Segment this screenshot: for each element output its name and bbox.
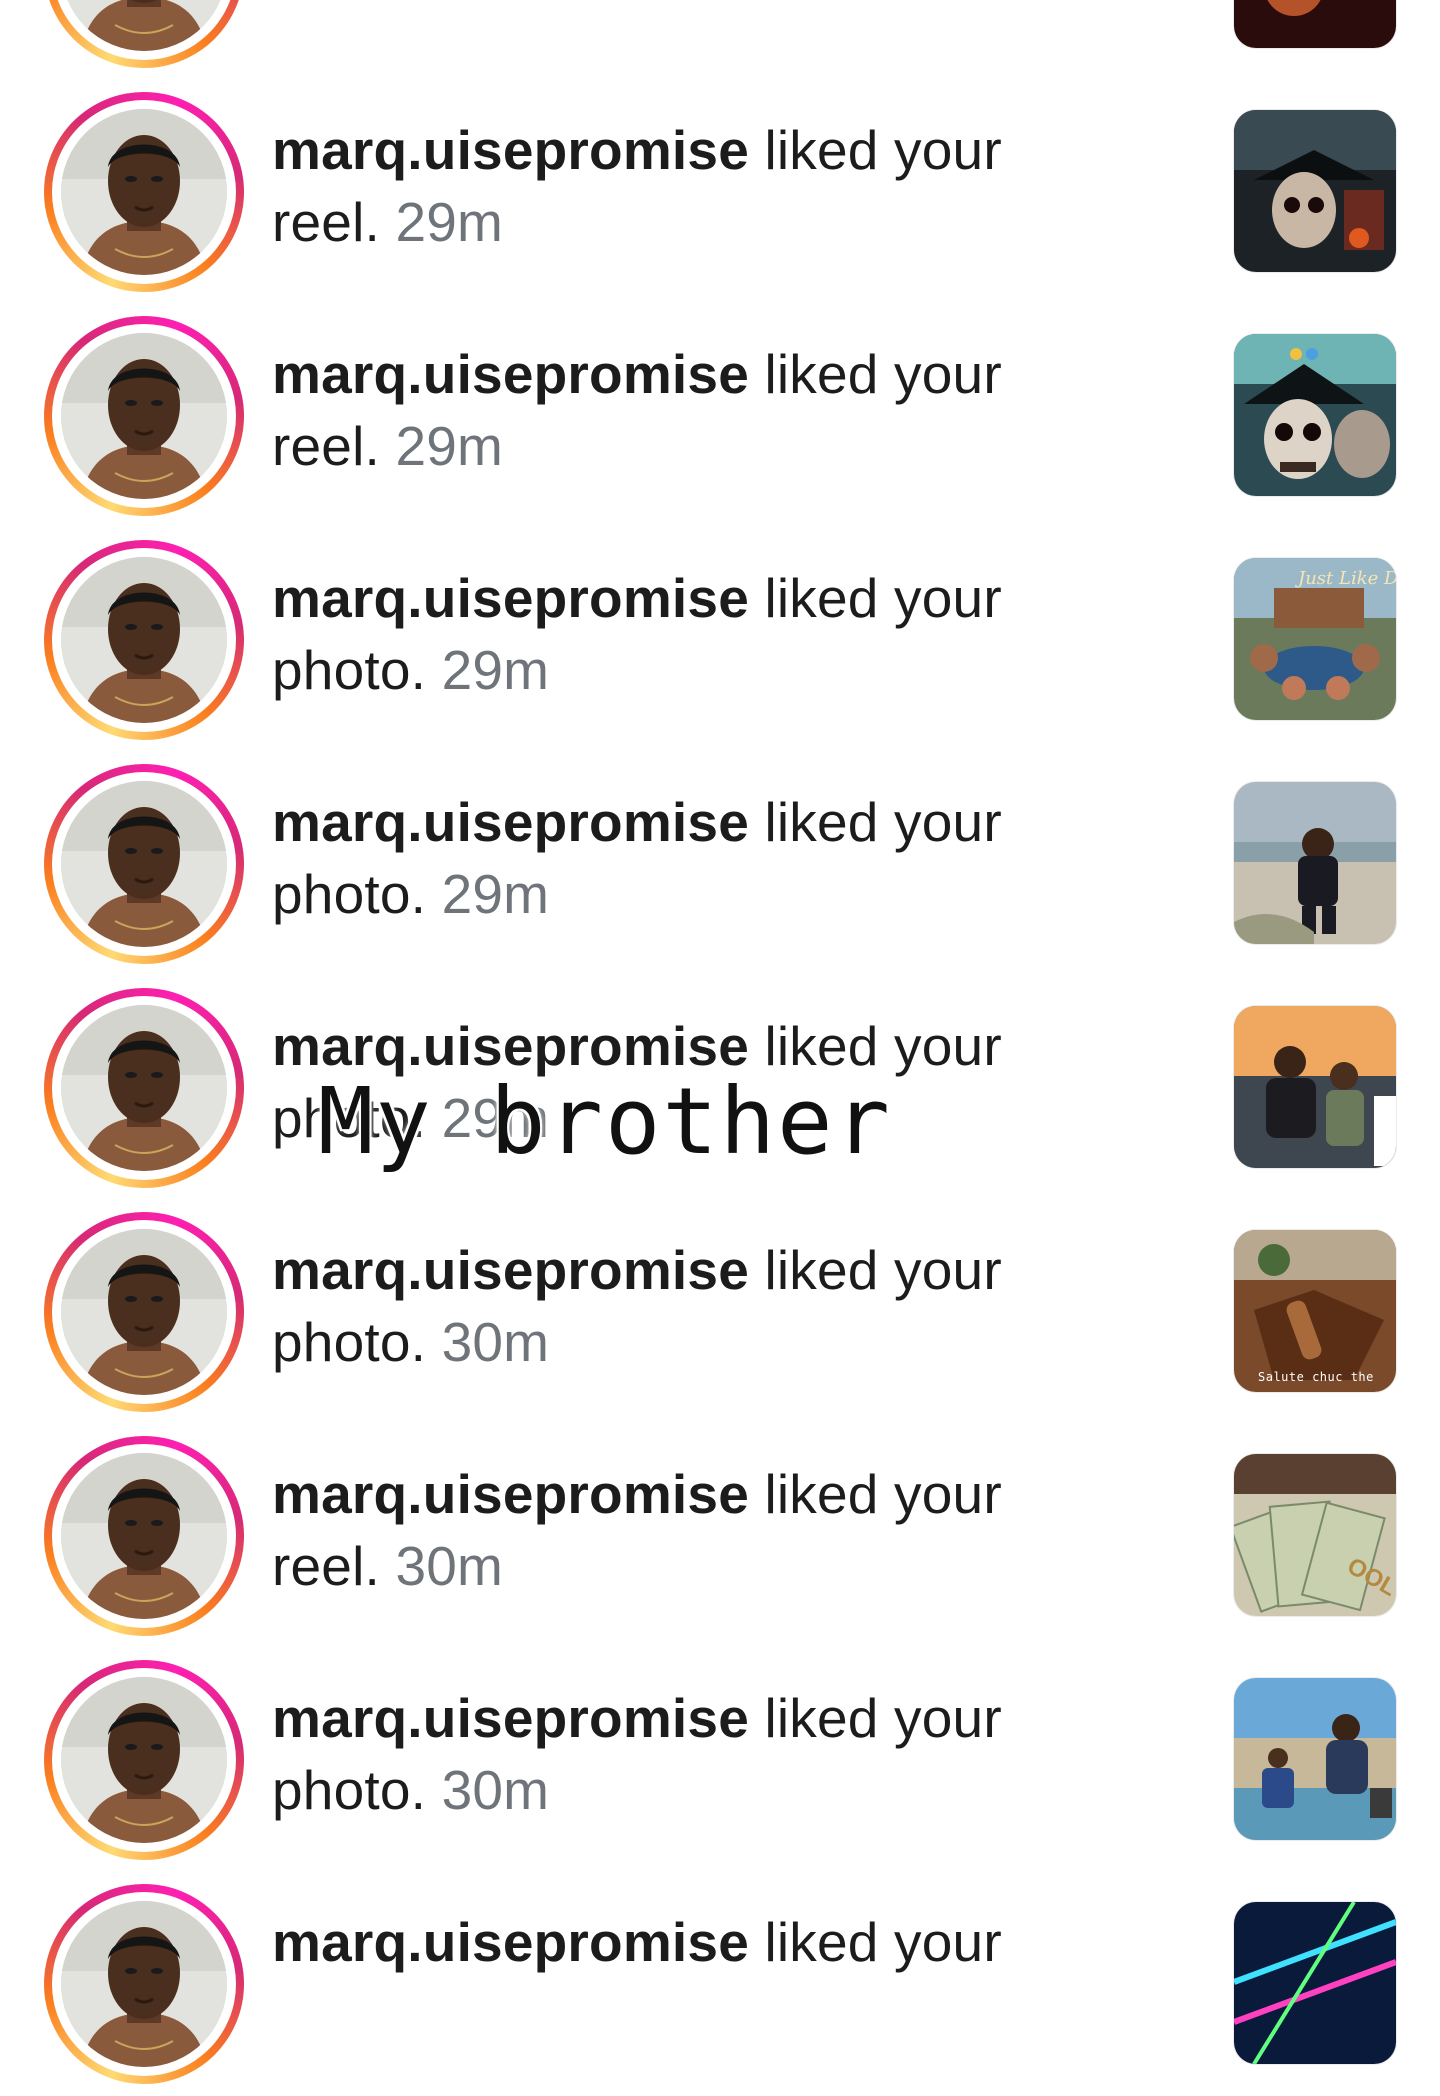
notification-text[interactable]: marq.uisepromise liked your reel. 30m	[272, 1458, 1112, 1602]
username-link[interactable]: marq.uisepromise	[272, 1687, 749, 1749]
profile-photo-icon	[61, 1229, 227, 1395]
post-thumbnail[interactable]	[1234, 1006, 1396, 1168]
avatar[interactable]	[61, 781, 227, 947]
notification-time: 30m	[441, 1759, 550, 1821]
post-thumbnail-icon	[1234, 334, 1396, 496]
username-link[interactable]: marq.uisepromise	[272, 1239, 749, 1301]
story-ring[interactable]	[44, 0, 244, 68]
post-thumbnail[interactable]: Salute chuc the	[1234, 1230, 1396, 1392]
story-ring[interactable]	[44, 316, 244, 516]
notification-time: 30m	[395, 1535, 504, 1597]
notification-row[interactable]: marq.uisepromise liked your photo. 30m S…	[0, 1200, 1440, 1424]
notification-text[interactable]: marq.uisepromise liked your photo. 29m	[272, 562, 1112, 706]
story-ring[interactable]	[44, 540, 244, 740]
story-ring[interactable]	[44, 1212, 244, 1412]
profile-photo-icon	[61, 1901, 227, 2067]
story-ring[interactable]	[44, 1660, 244, 1860]
profile-photo-icon	[61, 1677, 227, 1843]
post-thumbnail[interactable]	[1234, 0, 1396, 48]
username-link[interactable]: marq.uisepromise	[272, 343, 749, 405]
story-caption-overlay: My brother	[318, 1068, 892, 1175]
post-thumbnail[interactable]	[1234, 1902, 1396, 2064]
profile-photo-icon	[61, 781, 227, 947]
notification-text[interactable]: marq.uisepromise liked your photo. 30m	[272, 1682, 1112, 1826]
avatar[interactable]	[61, 1453, 227, 1619]
notification-time: 29m	[395, 415, 504, 477]
notification-row[interactable]: marq.uisepromise liked your photo. 29m	[0, 752, 1440, 976]
notification-time: 29m	[441, 863, 550, 925]
profile-photo-icon	[61, 333, 227, 499]
notification-row[interactable]: marq.uisepromise liked your	[0, 1872, 1440, 2096]
username-link[interactable]: marq.uisepromise	[272, 1463, 749, 1525]
post-thumbnail[interactable]	[1234, 782, 1396, 944]
post-thumbnail[interactable]: Just Like Dat	[1234, 558, 1396, 720]
post-thumbnail-icon	[1234, 782, 1396, 944]
post-thumbnail-icon	[1234, 1678, 1396, 1840]
notification-action: liked your	[748, 1911, 1002, 1973]
story-ring[interactable]	[44, 988, 244, 1188]
avatar[interactable]	[61, 333, 227, 499]
avatar[interactable]	[61, 0, 227, 51]
notification-text[interactable]: marq.uisepromise liked your reel. 29m	[272, 338, 1112, 482]
post-thumbnail-icon	[1234, 1230, 1396, 1392]
username-link[interactable]: marq.uisepromise	[272, 791, 749, 853]
notification-time: 29m	[441, 639, 550, 701]
post-thumbnail-icon: OOL	[1234, 1454, 1396, 1616]
profile-photo-icon	[61, 1453, 227, 1619]
notification-row[interactable]: marq.uisepromise liked your reel. 30m OO…	[0, 1424, 1440, 1648]
avatar[interactable]	[61, 109, 227, 275]
post-thumbnail[interactable]	[1234, 110, 1396, 272]
story-ring[interactable]	[44, 764, 244, 964]
notification-row[interactable]	[0, 0, 1440, 80]
story-ring[interactable]	[44, 92, 244, 292]
avatar[interactable]	[61, 1677, 227, 1843]
story-ring[interactable]	[44, 1884, 244, 2084]
post-thumbnail-icon	[1234, 1902, 1396, 2064]
profile-photo-icon	[61, 0, 227, 51]
notification-time: 30m	[441, 1311, 550, 1373]
thumbnail-caption: Salute chuc the	[1258, 1370, 1374, 1384]
notification-text[interactable]: marq.uisepromise liked your	[272, 1906, 1112, 1978]
avatar[interactable]	[61, 557, 227, 723]
profile-photo-icon	[61, 1005, 227, 1171]
notification-text[interactable]: marq.uisepromise liked your photo. 29m	[272, 786, 1112, 930]
notification-text[interactable]: marq.uisepromise liked your reel. 29m	[272, 114, 1112, 258]
notification-row[interactable]: marq.uisepromise liked your photo. 30m	[0, 1648, 1440, 1872]
notification-time: 29m	[395, 191, 504, 253]
post-thumbnail[interactable]: OOL	[1234, 1454, 1396, 1616]
username-link[interactable]: marq.uisepromise	[272, 119, 749, 181]
post-thumbnail-icon	[1234, 0, 1396, 48]
post-thumbnail-icon	[1234, 1006, 1396, 1168]
post-thumbnail[interactable]	[1234, 1678, 1396, 1840]
notification-row[interactable]: marq.uisepromise liked your reel. 29m	[0, 304, 1440, 528]
username-link[interactable]: marq.uisepromise	[272, 567, 749, 629]
story-ring[interactable]	[44, 1436, 244, 1636]
avatar[interactable]	[61, 1901, 227, 2067]
notification-row[interactable]: marq.uisepromise liked your photo. 29m J…	[0, 528, 1440, 752]
notification-text[interactable]: marq.uisepromise liked your photo. 30m	[272, 1234, 1112, 1378]
username-link[interactable]: marq.uisepromise	[272, 1911, 749, 1973]
post-thumbnail-icon: Just Like Dat	[1234, 558, 1396, 720]
profile-photo-icon	[61, 557, 227, 723]
post-thumbnail[interactable]	[1234, 334, 1396, 496]
svg-text:Just Like Dat: Just Like Dat	[1294, 568, 1396, 589]
avatar[interactable]	[61, 1005, 227, 1171]
avatar[interactable]	[61, 1229, 227, 1395]
profile-photo-icon	[61, 109, 227, 275]
post-thumbnail-icon	[1234, 110, 1396, 272]
notification-row[interactable]: marq.uisepromise liked your reel. 29m	[0, 80, 1440, 304]
